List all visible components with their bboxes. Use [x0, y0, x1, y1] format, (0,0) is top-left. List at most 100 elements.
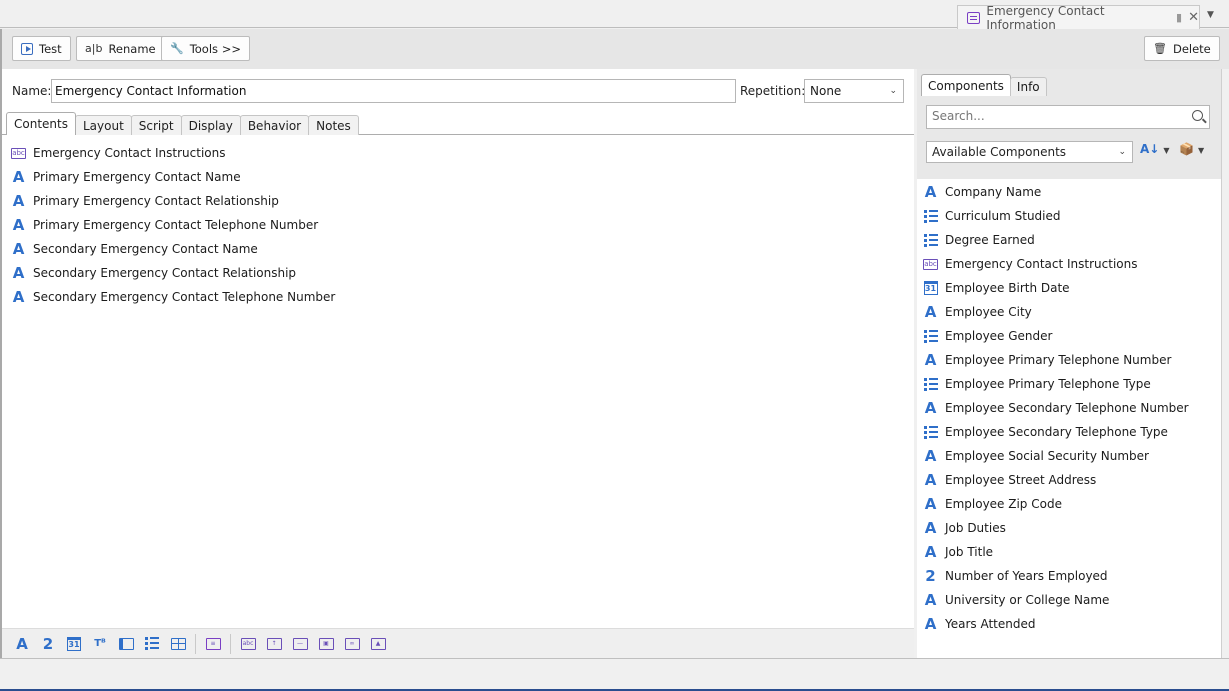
chevron-down-icon[interactable]: ▼ — [1207, 10, 1214, 20]
sort-button[interactable]: A↓ ▼ — [1140, 142, 1170, 156]
image-icon[interactable]: ▲ — [365, 633, 391, 655]
tab-notes[interactable]: Notes — [308, 115, 359, 135]
text-field-icon: A — [924, 590, 937, 609]
form-icon — [967, 11, 981, 24]
tab-display[interactable]: Display — [180, 115, 241, 135]
component-item[interactable]: A Employee Secondary Telephone Number — [922, 396, 1217, 420]
caret-down-icon: ▼ — [1197, 146, 1205, 155]
component-item-label: Employee Zip Code — [945, 497, 1062, 511]
content-item[interactable]: abc Emergency Contact Instructions — [10, 141, 890, 165]
toolbar: Test a|b Rename 🔧 Tools >> 🗑 Delete — [0, 29, 1229, 69]
component-item-label: Employee Social Security Number — [945, 449, 1149, 463]
content-item[interactable]: A Primary Emergency Contact Relationship — [10, 189, 890, 213]
list-icon — [922, 425, 939, 439]
search-icon[interactable] — [1192, 110, 1203, 121]
text-field-icon[interactable]: A — [9, 633, 35, 655]
component-item[interactable]: Degree Earned — [922, 228, 1217, 252]
component-search-input[interactable]: Search... — [926, 105, 1210, 129]
list-icon — [922, 377, 939, 391]
repetition-select[interactable]: None ⌄ — [804, 79, 904, 103]
component-item[interactable]: A Employee Street Address — [922, 468, 1217, 492]
component-item[interactable]: A Employee City — [922, 300, 1217, 324]
rename-icon: a|b — [85, 42, 103, 55]
component-item[interactable]: A Employee Social Security Number — [922, 444, 1217, 468]
indent-list-icon[interactable] — [113, 633, 139, 655]
content-item[interactable]: A Secondary Emergency Contact Telephone N… — [10, 285, 890, 309]
text-field-icon: A — [924, 350, 937, 369]
content-item[interactable]: A Primary Emergency Contact Telephone Num… — [10, 213, 890, 237]
close-icon[interactable]: ✕ — [1188, 10, 1199, 25]
component-item[interactable]: Employee Secondary Telephone Type — [922, 420, 1217, 444]
insert-component-toolbar: A 2 31 Tᴮ ≡ abc ↑ — ▣ ∞ ▲ — [2, 628, 914, 658]
pin-icon[interactable]: ▮ — [1176, 11, 1182, 24]
component-item[interactable]: A Company Name — [922, 180, 1217, 204]
component-filter-select[interactable]: Available Components ⌄ — [926, 141, 1133, 163]
text-format-icon[interactable]: Tᴮ — [87, 633, 113, 655]
divider-icon[interactable]: — — [287, 633, 313, 655]
name-input[interactable] — [51, 79, 736, 103]
tools-button[interactable]: 🔧 Tools >> — [161, 36, 250, 61]
package-icon: 📦 — [1179, 142, 1194, 156]
component-item-label: Employee Primary Telephone Type — [945, 377, 1151, 391]
component-item[interactable]: Curriculum Studied — [922, 204, 1217, 228]
grid-icon[interactable] — [165, 633, 191, 655]
component-item[interactable]: Employee Gender — [922, 324, 1217, 348]
calendar-icon: 31 — [922, 281, 939, 295]
component-item-label: Curriculum Studied — [945, 209, 1061, 223]
play-icon — [21, 42, 33, 55]
component-item-label: University or College Name — [945, 593, 1110, 607]
components-panel-tabs: Components Info — [921, 74, 1047, 96]
tab-script[interactable]: Script — [130, 115, 182, 135]
sort-az-icon: A↓ — [1140, 142, 1160, 156]
repetition-value: None — [810, 84, 842, 98]
date-field-icon[interactable]: 31 — [61, 633, 87, 655]
numbered-list-icon[interactable] — [139, 633, 165, 655]
component-item[interactable]: abc Emergency Contact Instructions — [922, 252, 1217, 276]
text-field-icon: A — [924, 494, 937, 513]
component-item[interactable]: A Employee Zip Code — [922, 492, 1217, 516]
component-item[interactable]: Employee Primary Telephone Type — [922, 372, 1217, 396]
component-item-label: Employee Secondary Telephone Number — [945, 401, 1189, 415]
content-item[interactable]: A Secondary Emergency Contact Name — [10, 237, 890, 261]
component-item[interactable]: A Years Attended — [922, 612, 1217, 636]
content-item[interactable]: A Primary Emergency Contact Name — [10, 165, 890, 189]
component-library-button[interactable]: 📦 ▼ — [1179, 142, 1204, 156]
tab-behavior[interactable]: Behavior — [239, 115, 310, 135]
content-item-label: Primary Emergency Contact Relationship — [33, 194, 279, 208]
component-item[interactable]: A Job Duties — [922, 516, 1217, 540]
tab-contents[interactable]: Contents — [6, 112, 76, 135]
component-item[interactable]: 2 Number of Years Employed — [922, 564, 1217, 588]
content-item-label: Primary Emergency Contact Telephone Numb… — [33, 218, 319, 232]
component-item[interactable]: 31 Employee Birth Date — [922, 276, 1217, 300]
list-icon — [922, 233, 939, 247]
test-button[interactable]: Test — [12, 36, 71, 61]
name-label: Name: — [12, 84, 52, 98]
document-tab[interactable]: Emergency Contact Information ▮ ✕ — [957, 3, 1200, 32]
tab-components[interactable]: Components — [921, 74, 1011, 96]
image-button-icon[interactable]: ▣ — [313, 633, 339, 655]
upload-icon[interactable]: ↑ — [261, 633, 287, 655]
wrench-icon: 🔧 — [170, 42, 184, 55]
tab-info[interactable]: Info — [1009, 77, 1047, 96]
subform-icon[interactable]: ≡ — [200, 633, 226, 655]
component-item[interactable]: A University or College Name — [922, 588, 1217, 612]
text-field-icon: A — [12, 263, 25, 282]
component-item[interactable]: A Job Title — [922, 540, 1217, 564]
rename-button[interactable]: a|b Rename — [76, 36, 165, 61]
component-item-label: Company Name — [945, 185, 1042, 199]
link-icon[interactable]: ∞ — [339, 633, 365, 655]
content-item[interactable]: A Secondary Emergency Contact Relationshi… — [10, 261, 890, 285]
document-tab-title: Emergency Contact Information — [986, 3, 1105, 32]
trash-icon: 🗑 — [1153, 42, 1167, 55]
delete-button[interactable]: 🗑 Delete — [1144, 36, 1220, 61]
content-item-label: Secondary Emergency Contact Relationship — [33, 266, 297, 280]
text-field-icon: A — [924, 470, 937, 489]
component-item[interactable]: A Employee Primary Telephone Number — [922, 348, 1217, 372]
text-field-icon: A — [12, 191, 25, 210]
number-field-icon[interactable]: 2 — [35, 633, 61, 655]
form-editor-panel: Name: Repetition: None ⌄ Contents Layout… — [0, 69, 914, 658]
content-item-label: Emergency Contact Instructions — [33, 146, 226, 160]
text-block-icon[interactable]: abc — [235, 633, 261, 655]
tab-layout[interactable]: Layout — [74, 115, 132, 135]
component-item-label: Employee City — [945, 305, 1032, 319]
